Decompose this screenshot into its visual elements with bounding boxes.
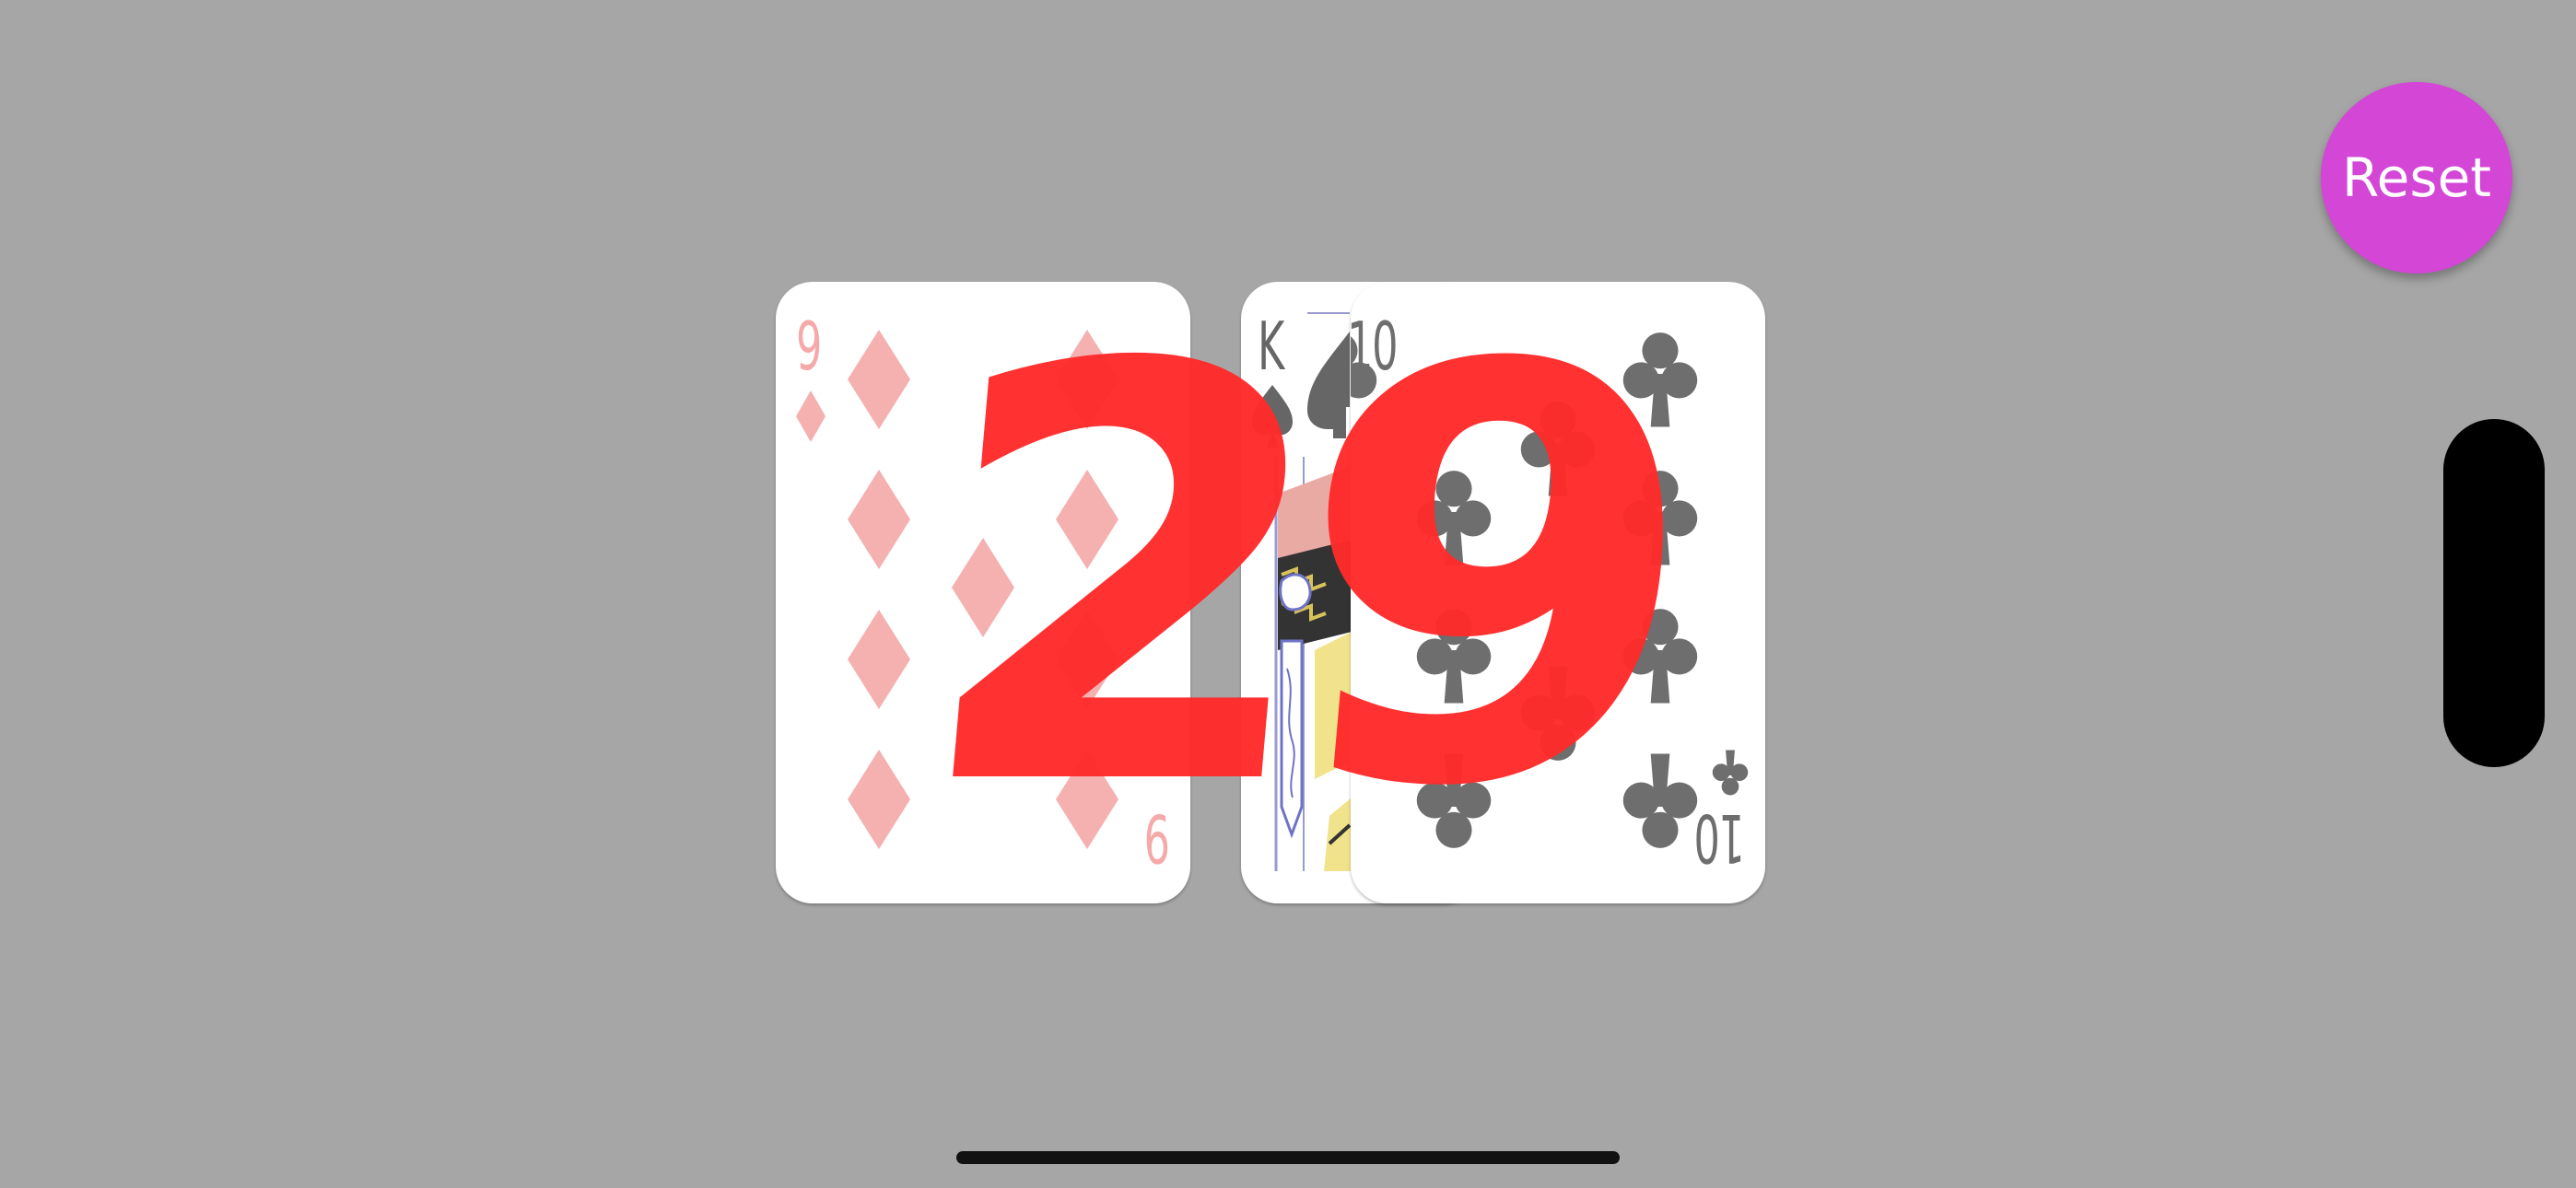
side-pill xyxy=(2443,419,2545,767)
home-indicator[interactable] xyxy=(956,1151,1620,1164)
score-display: 29 xyxy=(895,248,1689,912)
card-rank-top: 9 xyxy=(796,308,822,385)
card-rank-bottom: 10 xyxy=(1694,799,1745,877)
reset-button[interactable]: Reset xyxy=(2321,82,2512,274)
